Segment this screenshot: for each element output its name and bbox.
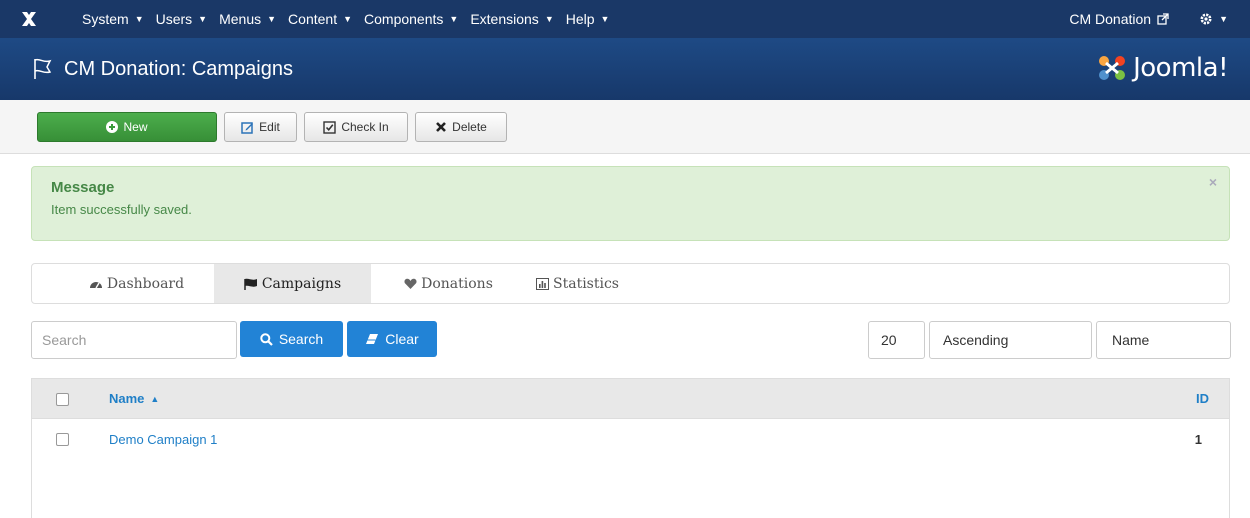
toolbar: New Edit Check In Delete	[0, 100, 1250, 154]
row-checkbox[interactable]	[56, 433, 69, 446]
close-icon	[435, 121, 447, 133]
check-in-label: Check In	[341, 120, 389, 134]
close-message-button[interactable]: ×	[1209, 174, 1217, 190]
sort-ascending-icon: ▲	[150, 393, 160, 404]
menu-label: Help	[565, 11, 595, 27]
search-button-label: Search	[278, 331, 324, 347]
menu-system[interactable]: System ▼	[82, 11, 156, 27]
joomla-logo: Joomla!	[1097, 53, 1228, 83]
page-title: CM Donation: Campaigns	[64, 57, 293, 80]
campaigns-table: Name ▲ ID Demo Campaign 1 1	[31, 378, 1230, 518]
list-limit-value: 20	[881, 332, 897, 348]
menu-label: Components	[364, 11, 444, 27]
message-text: Item successfully saved.	[51, 202, 192, 217]
search-button[interactable]: Search	[240, 321, 343, 357]
external-link-icon	[1157, 13, 1169, 25]
menu-menus[interactable]: Menus ▼	[219, 11, 288, 27]
ordering-select[interactable]: Name	[1096, 321, 1231, 359]
new-label: New	[123, 120, 148, 134]
menu-components[interactable]: Components ▼	[364, 11, 470, 27]
flag-icon	[32, 57, 54, 81]
name-column-header[interactable]: Name ▲	[109, 391, 159, 406]
caret-down-icon: ▼	[267, 14, 277, 24]
admin-navbar: System ▼ Users ▼ Menus ▼ Content ▼ Component…	[0, 0, 1250, 38]
search-icon	[260, 332, 273, 346]
gear-icon	[1199, 12, 1213, 26]
id-column-header[interactable]: ID	[1196, 391, 1209, 406]
table-row: Demo Campaign 1 1	[32, 419, 1229, 459]
tab-label: Dashboard	[106, 275, 185, 292]
joomla-menu-logo-icon[interactable]	[20, 0, 54, 38]
navbar-right: CM Donation ▼	[1069, 0, 1250, 38]
tab-dashboard[interactable]: Dashboard	[59, 264, 214, 303]
site-preview-link[interactable]: CM Donation	[1069, 11, 1169, 27]
check-in-button[interactable]: Check In	[304, 112, 408, 142]
delete-label: Delete	[452, 120, 487, 134]
order-direction-value: Ascending	[943, 332, 1009, 348]
joomla-logo-icon	[1099, 56, 1126, 80]
message-heading: Message	[51, 179, 115, 196]
tab-donations[interactable]: Donations	[371, 264, 526, 303]
success-message: Message Item successfully saved. ×	[31, 166, 1230, 241]
menu-content[interactable]: Content ▼	[288, 11, 364, 27]
component-tabs: Dashboard Campaigns Donations Statistics	[31, 263, 1230, 304]
search-input[interactable]: Search	[31, 321, 237, 359]
name-column-label: Name	[109, 391, 145, 406]
tab-label: Campaigns	[261, 275, 342, 292]
user-menu-toggle[interactable]: ▼	[1199, 12, 1228, 26]
menu-extensions[interactable]: Extensions ▼	[470, 11, 565, 27]
tab-campaigns[interactable]: Campaigns	[214, 264, 371, 303]
list-limit-select[interactable]: 20	[868, 321, 925, 359]
select-all-checkbox[interactable]	[56, 393, 69, 406]
caret-down-icon: ▼	[449, 14, 459, 24]
clear-button-label: Clear	[385, 331, 419, 347]
menu-label: Extensions	[470, 11, 539, 27]
menu-label: Menus	[219, 11, 262, 27]
campaign-name-link[interactable]: Demo Campaign 1	[109, 432, 217, 447]
main-menu: System ▼ Users ▼ Menus ▼ Content ▼ Component…	[82, 11, 621, 27]
caret-down-icon: ▼	[134, 14, 144, 24]
edit-label: Edit	[259, 120, 280, 134]
order-direction-select[interactable]: Ascending	[929, 321, 1092, 359]
menu-label: Users	[155, 11, 193, 27]
flag-icon	[244, 278, 258, 290]
menu-help[interactable]: Help ▼	[566, 11, 622, 27]
search-placeholder: Search	[42, 332, 87, 348]
edit-icon	[241, 121, 254, 134]
tab-statistics[interactable]: Statistics	[526, 264, 646, 303]
new-button[interactable]: New	[37, 112, 217, 142]
caret-down-icon: ▼	[343, 14, 353, 24]
caret-down-icon: ▼	[1219, 14, 1228, 24]
eraser-icon	[365, 333, 379, 345]
dashboard-icon	[89, 278, 103, 290]
delete-button[interactable]: Delete	[415, 112, 507, 142]
caret-down-icon: ▼	[198, 14, 208, 24]
menu-label: System	[82, 11, 129, 27]
menu-label: Content	[288, 11, 338, 27]
bar-chart-icon	[536, 277, 549, 290]
site-link-label: CM Donation	[1069, 11, 1152, 27]
ordering-value: Name	[1112, 332, 1150, 348]
tab-label: Statistics	[553, 275, 619, 292]
clear-button[interactable]: Clear	[347, 321, 437, 357]
checkbox-checked-icon	[323, 120, 337, 134]
plus-circle-icon	[106, 121, 119, 133]
page-header: CM Donation: Campaigns Joomla!	[0, 38, 1250, 100]
menu-users[interactable]: Users ▼	[156, 11, 219, 27]
edit-button[interactable]: Edit	[224, 112, 297, 142]
table-header: Name ▲ ID	[32, 379, 1229, 419]
tab-label: Donations	[421, 275, 493, 292]
heart-icon	[404, 278, 417, 290]
caret-down-icon: ▼	[600, 14, 610, 24]
joomla-wordmark: Joomla!	[1133, 53, 1228, 83]
caret-down-icon: ▼	[544, 14, 554, 24]
campaign-id: 1	[1194, 432, 1202, 447]
